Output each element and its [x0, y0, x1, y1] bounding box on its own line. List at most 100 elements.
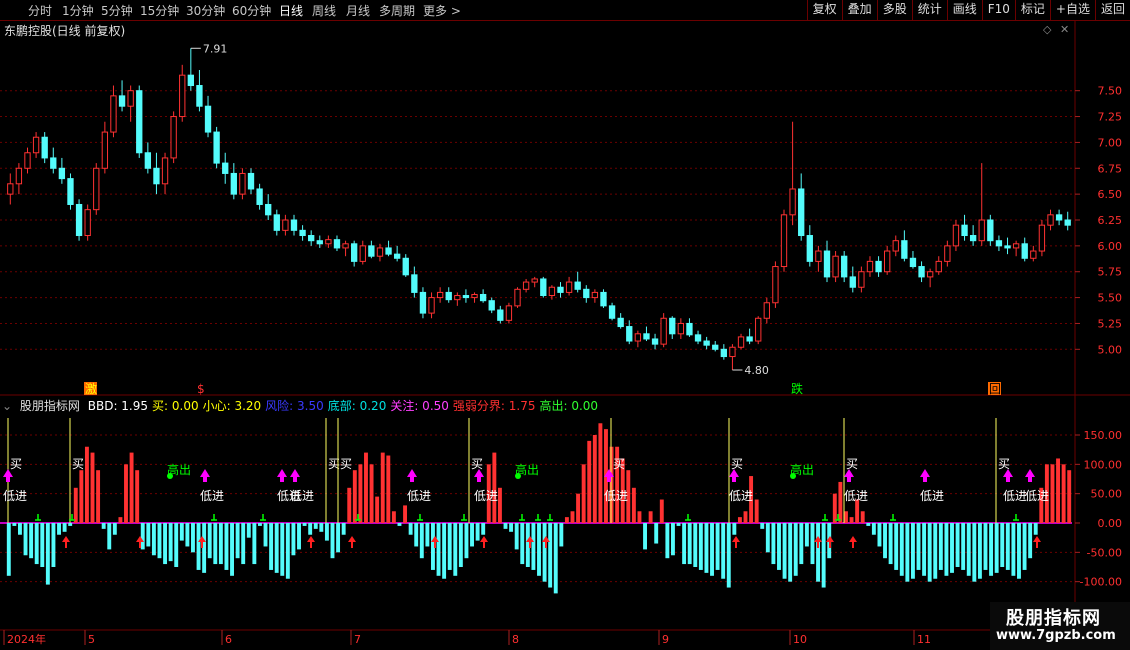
candle-body	[909, 257, 917, 268]
indicator-bar	[129, 452, 134, 523]
candle-body	[118, 95, 126, 107]
indicator-bar	[1061, 464, 1066, 523]
candle-body	[952, 224, 960, 247]
indicator-bar	[793, 523, 798, 576]
indicator-bar	[676, 523, 681, 526]
indicator-bar	[263, 523, 268, 547]
candle-body	[170, 116, 177, 159]
indicator-bar	[659, 499, 664, 523]
indicator-bar	[101, 523, 106, 529]
candle-body	[514, 288, 521, 307]
buy-signal-label: 买	[340, 457, 352, 471]
watermark-url: www.7gpzb.com	[996, 628, 1116, 643]
indicator-bar	[737, 517, 742, 523]
candle-body	[522, 281, 530, 290]
watermark-title: 股朋指标网	[1006, 608, 1101, 629]
indicator-bar	[297, 523, 301, 550]
buy-signal-label: 买	[998, 457, 1010, 471]
indicator-bar	[481, 523, 486, 535]
diamond-icon[interactable]: ◇	[1043, 23, 1051, 36]
indicator-bar	[871, 523, 876, 535]
indicator-bar	[157, 523, 162, 559]
low-in-label: 低进	[1003, 489, 1027, 503]
candle-body	[926, 271, 934, 278]
low-in-arrow	[407, 469, 417, 482]
indicator-value-1: 买: 0.00	[152, 399, 199, 413]
indicator-bar	[643, 523, 647, 550]
candle-body	[393, 253, 401, 259]
indicator-bar	[96, 470, 101, 523]
indicator-bar	[514, 523, 519, 550]
stock-chart[interactable]: 7.50 7.25 7.00 6.75 6.50 6.25 6.00 5.75 5.50 5.25…	[0, 0, 1130, 650]
candle-body	[454, 295, 461, 301]
stock-title: 东鹏控股(日线 前复权)	[4, 24, 126, 38]
candle-body	[720, 348, 727, 358]
bottom-marker	[260, 514, 266, 521]
indicator-bar	[687, 523, 692, 565]
high-price-label: 7.91	[203, 42, 228, 55]
price-axis-label: 7.50	[1098, 85, 1123, 98]
indicator-bar	[564, 517, 569, 523]
indicator-bar	[391, 511, 396, 523]
indicator-value-5: 关注: 0.50	[390, 399, 449, 413]
indicator-bar	[950, 523, 954, 573]
indicator-bar	[470, 523, 474, 547]
event-marker[interactable]: 激	[85, 382, 97, 396]
indicator-bar	[324, 523, 329, 541]
event-marker[interactable]: 跌	[791, 381, 803, 396]
indicator-bar	[537, 523, 541, 576]
bottom-marker	[461, 514, 467, 521]
indicator-bar	[670, 523, 675, 556]
candle-body	[462, 295, 470, 299]
candle-body	[669, 317, 676, 335]
candle-body	[660, 317, 667, 345]
candle-body	[1004, 245, 1011, 249]
red-up-arrow	[348, 536, 356, 548]
indicator-bar	[1033, 523, 1038, 535]
candle-body	[995, 240, 1003, 247]
candle-body	[179, 74, 186, 118]
collapse-icon[interactable]: ⌄	[2, 399, 12, 413]
indicator-bar	[637, 511, 642, 523]
indicator-bar	[598, 423, 603, 523]
date-label: 5	[88, 633, 95, 646]
bottom-marker	[685, 514, 691, 521]
event-marker[interactable]: $	[197, 382, 205, 396]
indicator-bar	[816, 523, 821, 582]
indicator-header: ⌄ 股朋指标网 BBD: 1.95 买: 0.00 小心: 3.20 风险: 3.50…	[2, 397, 606, 414]
candle-body	[402, 257, 409, 276]
indicator-name[interactable]: 股朋指标网	[20, 399, 80, 413]
indicator-bar	[218, 523, 223, 565]
indicator-bar	[899, 523, 904, 576]
close-icon[interactable]: ✕	[1060, 23, 1069, 36]
candle-body	[359, 245, 366, 262]
indicator-bar	[492, 452, 497, 523]
candle-body	[858, 271, 865, 288]
price-axis-label: 6.00	[1098, 240, 1123, 253]
candle-body	[282, 219, 289, 231]
candle-body	[376, 247, 384, 257]
candle-body	[290, 219, 298, 231]
red-up-arrow	[480, 536, 488, 548]
bottom-marker	[211, 514, 217, 521]
indicator-bar	[308, 523, 313, 535]
indicator-axis-label: 100.00	[1084, 458, 1123, 471]
event-marker[interactable]: 回	[989, 382, 1001, 396]
candle-body	[75, 203, 83, 237]
red-up-arrow	[307, 536, 315, 548]
indicator-bar	[146, 523, 151, 547]
low-in-label: 低进	[290, 489, 314, 503]
indicator-bar	[804, 523, 809, 547]
candle-body	[557, 286, 564, 293]
indicator-bar	[285, 523, 290, 579]
buy-signal-label: 买	[471, 457, 483, 471]
indicator-bar	[124, 464, 128, 523]
bottom-marker	[35, 514, 41, 521]
indicator-bar	[648, 511, 653, 523]
indicator-bar	[894, 523, 899, 570]
candle-body	[1030, 250, 1037, 259]
indicator-value-6: 强弱分界: 1.75	[452, 399, 536, 413]
low-in-label: 低进	[604, 489, 628, 503]
candle-body	[204, 105, 212, 133]
candle-body	[806, 235, 813, 262]
